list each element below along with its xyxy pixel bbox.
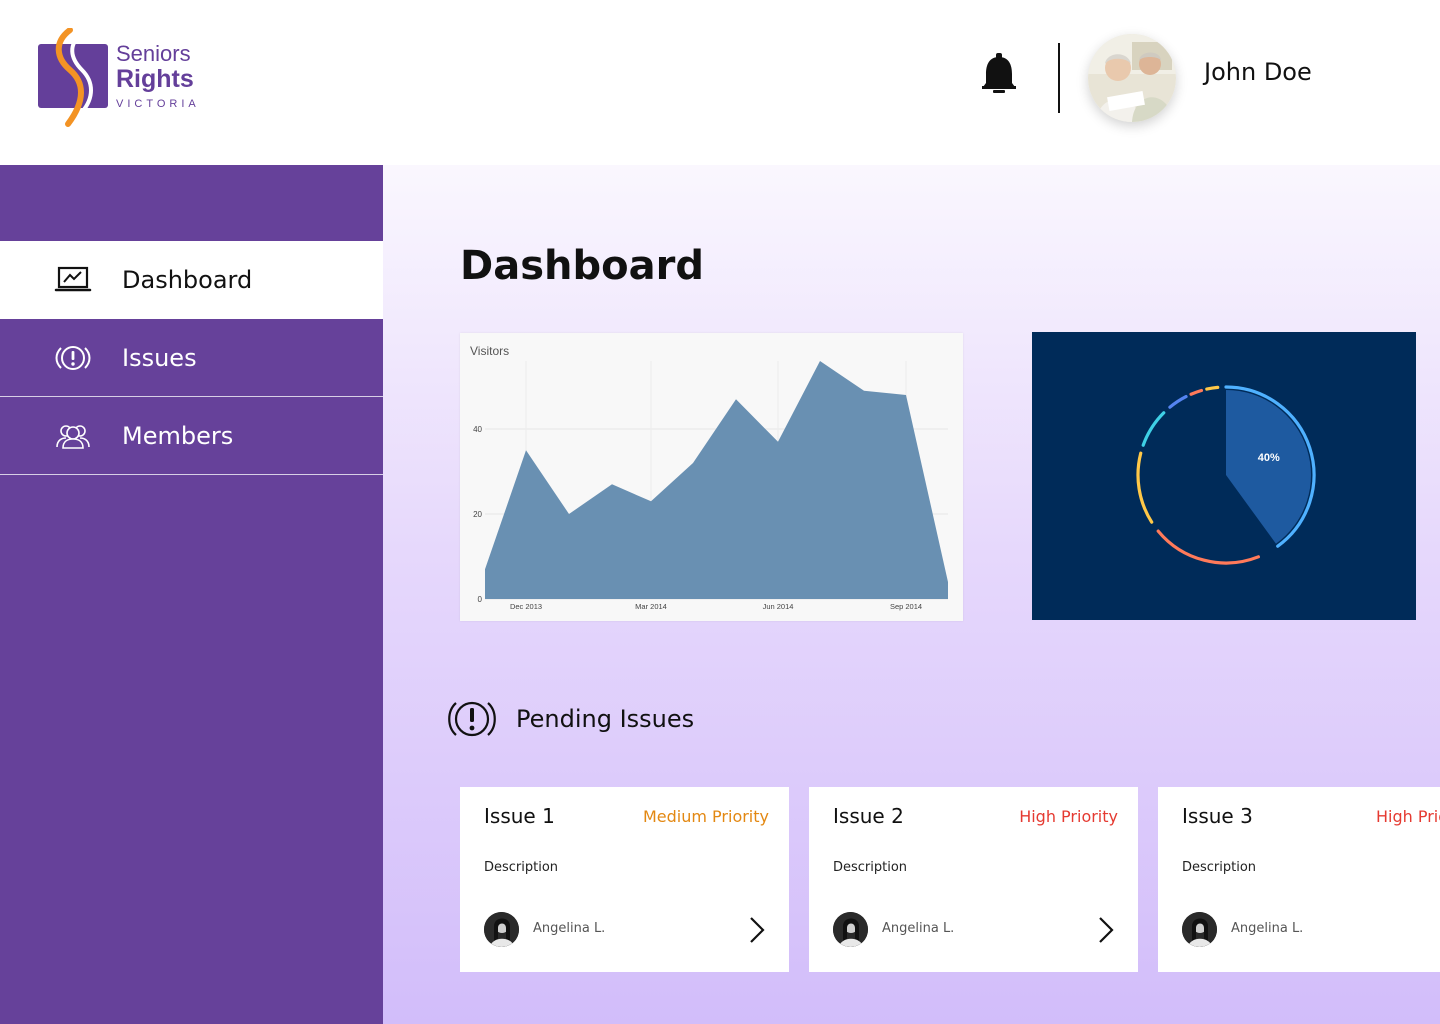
area-series [485, 361, 948, 599]
pie-ring-segment [1141, 411, 1166, 447]
alert-circle-icon [55, 345, 91, 370]
issue-card[interactable]: Issue 3 High Priority Description Angeli… [1158, 787, 1440, 972]
brand-line-3: VICTORIA [116, 98, 200, 110]
main-content: Dashboard Visitors 0 20 40 Dec 2013 Mar 2014… [383, 165, 1440, 1024]
issue-description: Description [484, 860, 559, 875]
pie-chart-svg: 40% [1136, 385, 1316, 565]
pie-ring-segment [1189, 388, 1204, 396]
group-icon [56, 424, 90, 449]
page-title: Dashboard [460, 243, 704, 289]
sidebar-item-label: Members [122, 421, 234, 450]
chevron-right-icon[interactable] [1096, 915, 1116, 945]
pie-slice-label: 40% [1258, 452, 1280, 464]
sidebar-item-members[interactable]: Members [0, 397, 383, 475]
pie-ring-segment [1168, 394, 1188, 409]
sidebar-item-label: Dashboard [122, 266, 253, 294]
pending-issues-header: Pending Issues [447, 697, 694, 741]
issue-assignee: Angelina L. [1231, 921, 1304, 936]
brand-wordmark: Seniors Rights VICTORIA [116, 41, 200, 111]
priority-badge: Medium Priority [642, 807, 769, 826]
notification-bell-button[interactable] [978, 50, 1020, 98]
x-tick-label: Dec 2013 [510, 602, 542, 611]
visitors-chart: Visitors 0 20 40 Dec 2013 Mar 2014 Jun 2014 Se… [460, 333, 963, 621]
x-tick-label: Sep 2014 [890, 602, 922, 611]
top-header: Seniors Rights VICTORIA John Doe [0, 0, 1440, 165]
issue-title: Issue 3 [1182, 804, 1253, 828]
chevron-right-icon[interactable] [747, 915, 767, 945]
pie-ring-segment [1136, 451, 1154, 524]
pie-slice [1226, 390, 1311, 544]
sidebar-item-label: Issues [122, 343, 197, 372]
sidebar-item-dashboard[interactable]: Dashboard [0, 241, 383, 319]
priority-badge: High Priority [1019, 807, 1118, 826]
avatar [484, 912, 519, 947]
issue-title: Issue 1 [484, 804, 555, 828]
bell-icon [982, 53, 1016, 93]
assignee-photo [484, 912, 519, 947]
brand-line-2: Rights [116, 65, 194, 93]
priority-badge: High Priority [1376, 807, 1440, 826]
issue-title: Issue 2 [833, 804, 904, 828]
sidebar: Dashboard Issues Members [0, 165, 383, 1024]
issue-card[interactable]: Issue 2 High Priority Description Angeli… [809, 787, 1138, 972]
y-tick-label: 0 [478, 595, 483, 604]
pie-ring-segment [1156, 529, 1260, 565]
pie-ring-segment [1205, 385, 1220, 391]
pie-chart: 40% [1032, 332, 1416, 620]
monitor-chart-icon [54, 266, 92, 292]
brand-line-1: Seniors [116, 41, 191, 66]
x-tick-label: Jun 2014 [763, 602, 794, 611]
avatar [1182, 912, 1217, 947]
user-photo [1088, 34, 1176, 122]
chart-y-label: Visitors [470, 344, 509, 358]
user-name[interactable]: John Doe [1204, 58, 1312, 86]
issue-description: Description [833, 860, 908, 875]
y-tick-label: 20 [473, 510, 482, 519]
y-tick-label: 40 [473, 425, 482, 434]
user-avatar[interactable] [1088, 34, 1176, 122]
assignee-photo [1182, 912, 1217, 947]
issue-card[interactable]: Issue 1 Medium Priority Description Ange… [460, 787, 789, 972]
assignee-photo [833, 912, 868, 947]
issue-description: Description [1182, 860, 1257, 875]
issue-assignee: Angelina L. [882, 921, 955, 936]
issue-assignee: Angelina L. [533, 921, 606, 936]
alert-circle-icon [448, 701, 496, 737]
avatar [833, 912, 868, 947]
x-tick-label: Mar 2014 [635, 602, 667, 611]
sidebar-item-issues[interactable]: Issues [0, 319, 383, 397]
section-title: Pending Issues [516, 705, 695, 733]
header-divider [1058, 43, 1060, 113]
area-chart-svg: Visitors 0 20 40 Dec 2013 Mar 2014 Jun 2014 Se… [470, 344, 948, 611]
